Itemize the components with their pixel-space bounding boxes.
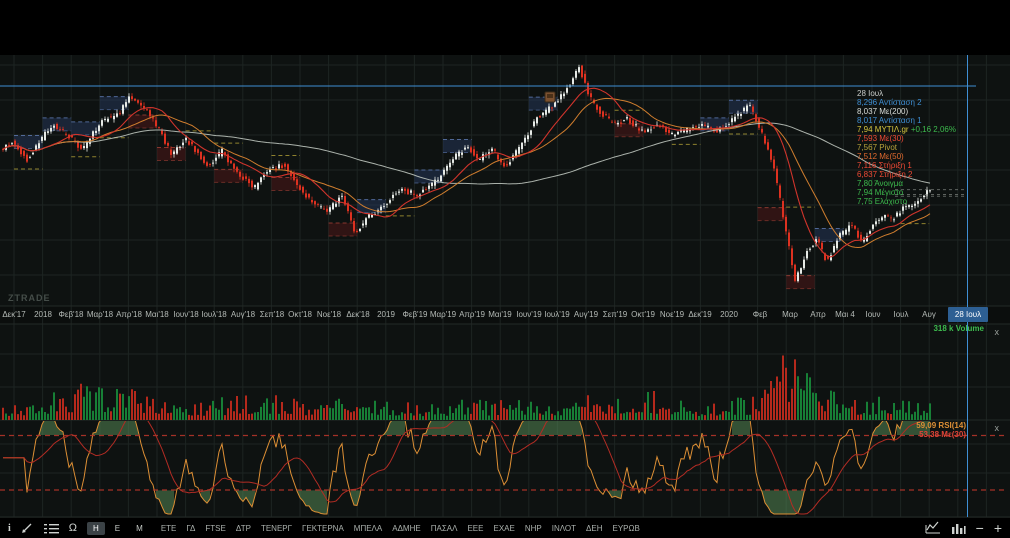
x-axis-tick: Ιουν'19 <box>516 310 541 319</box>
ticker-ΑΔΜΗΕ[interactable]: ΑΔΜΗΕ <box>392 524 420 533</box>
volume-pane-title: 318 k Volume <box>933 324 984 333</box>
ticker-shortcuts: ΕΤΕ ΓΔ FTSE ΔΤΡ ΤΕΝΕΡΓ ΓΕΚΤΕΡΝΑ ΜΠΕΛΑ ΑΔΜΗΕ ΠΑΣΑ… <box>161 524 640 533</box>
x-axis-tick: Νοε'18 <box>317 310 341 319</box>
timeframe-Ε[interactable]: Ε <box>109 522 126 535</box>
ticker-ΝΗΡ[interactable]: ΝΗΡ <box>525 524 542 533</box>
x-axis-tick: Μαρ'18 <box>87 310 113 319</box>
x-axis-tick: Φεβ <box>753 310 768 319</box>
x-axis-tick: 2019 <box>377 310 395 319</box>
x-axis-tick: Ιουλ <box>893 310 908 319</box>
ticker-ΤΕΝΕΡΓ[interactable]: ΤΕΝΕΡΓ <box>261 524 292 533</box>
ticker-FTSE[interactable]: FTSE <box>205 524 225 533</box>
x-axis-tick: Φεβ'19 <box>403 310 428 319</box>
x-axis-tick: Απρ'18 <box>116 310 142 319</box>
zoom-out-icon[interactable]: − <box>976 520 984 536</box>
x-axis-tick: Αυγ <box>922 310 936 319</box>
compare-omega-icon[interactable]: Ω <box>69 522 77 534</box>
rsi-indicator-label: 53,38 Με(30) <box>916 430 966 439</box>
x-axis-tick: Ιουν <box>865 310 880 319</box>
x-axis-tick: Ιουλ'19 <box>544 310 569 319</box>
price-chart-canvas[interactable] <box>0 0 1010 538</box>
timeframe-Η[interactable]: Η <box>87 522 105 535</box>
x-axis-tick: Σεπ'19 <box>603 310 627 319</box>
legend-item-support-2: 6,837 Στήριξη 2 <box>857 170 956 179</box>
legend-item-low-value: 7,75 Ελάχιστο <box>857 197 956 206</box>
ticker-ΓΕΚΤΕΡΝΑ[interactable]: ΓΕΚΤΕΡΝΑ <box>302 524 344 533</box>
zoom-in-icon[interactable]: + <box>994 520 1002 536</box>
legend-item-ma200-value: 8,037 Με(200) <box>857 107 956 116</box>
draw-icon[interactable] <box>21 522 34 534</box>
platform-watermark: ZTRADE <box>8 293 51 303</box>
date-axis[interactable]: 28 Ιουλ Δεκ'172018Φεβ'18Μαρ'18Απρ'18Μαι'… <box>0 306 1010 324</box>
ticker-ΔΕΗ[interactable]: ΔΕΗ <box>586 524 602 533</box>
crosshair-date-badge: 28 Ιουλ <box>948 307 988 322</box>
volume-pane-close-icon[interactable]: x <box>995 328 1000 336</box>
x-axis-tick: Δεκ'18 <box>346 310 369 319</box>
ticker-ΕΤΕ[interactable]: ΕΤΕ <box>161 524 177 533</box>
ticker-ΕΕΕ[interactable]: ΕΕΕ <box>467 524 483 533</box>
x-axis-tick: Νοε'19 <box>660 310 684 319</box>
x-axis-tick: Δεκ'17 <box>2 310 25 319</box>
x-axis-tick: Μαι'19 <box>488 310 512 319</box>
legend-item-resistance-2: 8,296 Αντίσταση 2 <box>857 98 956 107</box>
x-axis-tick: 2020 <box>720 310 738 319</box>
ticker-ΙΝΛΟΤ[interactable]: ΙΝΛΟΤ <box>552 524 576 533</box>
ticker-ΕΥΡΩΒ[interactable]: ΕΥΡΩΒ <box>612 524 639 533</box>
rsi-pane-close-icon[interactable]: x <box>995 424 1000 432</box>
legend-item-ma30-value: 7,593 Με(30) <box>857 134 956 143</box>
legend-item-ma50-value: 7,512 Με(50) <box>857 152 956 161</box>
x-axis-tick: Δεκ'19 <box>688 310 711 319</box>
ticker-ΕΧΑΕ[interactable]: ΕΧΑΕ <box>493 524 514 533</box>
legend-item-high-value: 7,94 Μέγιστο <box>857 188 956 197</box>
legend-item-resistance-1: 8,017 Αντίσταση 1 <box>857 116 956 125</box>
chart-legend: 28 Ιουλ8,296 Αντίσταση 28,037 Με(200)8,0… <box>857 89 956 206</box>
x-axis-tick: Μαρ'19 <box>430 310 456 319</box>
bar-chart-icon[interactable] <box>951 522 966 534</box>
ticker-ΠΑΣΑΛ[interactable]: ΠΑΣΑΛ <box>431 524 458 533</box>
line-chart-icon[interactable] <box>925 521 941 534</box>
legend-item-open-value: 7,80 Άνοιγμα <box>857 179 956 188</box>
timeframe-group: ΗΕΜ <box>87 522 149 535</box>
ticker-ΜΠΕΛΑ[interactable]: ΜΠΕΛΑ <box>354 524 382 533</box>
rsi-indicator-label: 59,09 RSI(14) <box>916 421 966 430</box>
x-axis-tick: Σεπ'18 <box>260 310 284 319</box>
x-axis-tick: Φεβ'18 <box>59 310 84 319</box>
x-axis-tick: Απρ <box>810 310 825 319</box>
x-axis-tick: Μαι'18 <box>145 310 169 319</box>
x-axis-tick: Μαρ <box>782 310 798 319</box>
rsi-pane-labels: 59,09 RSI(14)53,38 Με(30) <box>916 421 966 439</box>
info-icon[interactable]: i <box>8 523 11 534</box>
legend-item-pivot-value: 7,567 Pivot <box>857 143 956 152</box>
x-axis-tick: Οκτ'18 <box>288 310 312 319</box>
x-axis-tick: Αυγ'18 <box>231 310 255 319</box>
indicators-icon[interactable] <box>44 523 59 534</box>
x-axis-tick: Απρ'19 <box>459 310 485 319</box>
event-marker[interactable] <box>545 92 555 102</box>
ticker-ΓΔ[interactable]: ΓΔ <box>186 524 195 533</box>
bottom-toolbar: i Ω ΗΕΜ ΕΤΕ ΓΔ FTSE ΔΤΡ ΤΕΝΕΡΓ ΓΕΚΤΕΡΝΑ ΜΠΕΛΑ Α… <box>0 517 1010 538</box>
x-axis-tick: Οκτ'19 <box>631 310 655 319</box>
x-axis-tick: Αυγ'19 <box>574 310 598 319</box>
legend-item-hover-date: 28 Ιουλ <box>857 89 956 98</box>
ticker-ΔΤΡ[interactable]: ΔΤΡ <box>236 524 251 533</box>
x-axis-tick: Ιουλ'18 <box>201 310 226 319</box>
x-axis-tick: Μαι 4 <box>835 310 855 319</box>
legend-item-symbol-quote: 7,94 ΜΥΤΙΛ.gr +0,16 2,06% <box>857 125 956 134</box>
timeframe-Μ[interactable]: Μ <box>130 522 149 535</box>
x-axis-tick: 2018 <box>34 310 52 319</box>
x-axis-tick: Ιουν'18 <box>173 310 198 319</box>
legend-item-support-1: 7,116 Στήριξη 1 <box>857 161 956 170</box>
toolbar-right-icons: − + <box>925 517 1002 538</box>
chart-application: 28 Ιουλ8,296 Αντίσταση 28,037 Με(200)8,0… <box>0 0 1010 538</box>
